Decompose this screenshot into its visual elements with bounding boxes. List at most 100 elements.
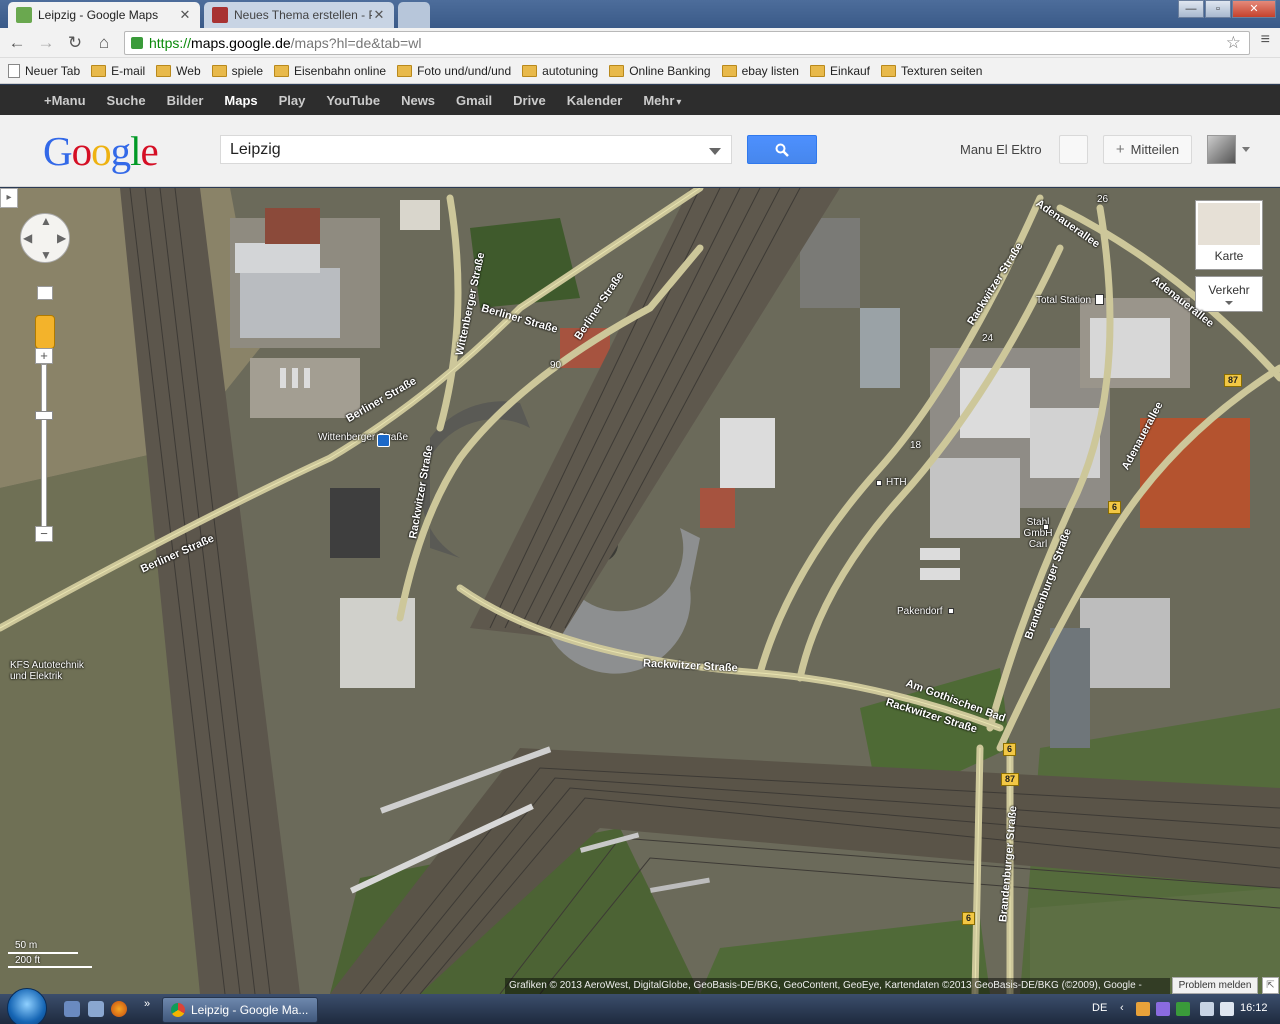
road-number: 24 [982, 333, 994, 344]
gbar-item[interactable]: Mehr ▾ [643, 93, 681, 108]
close-tab-icon[interactable]: ✕ [372, 7, 386, 23]
show-desktop-icon[interactable] [64, 1001, 80, 1017]
traffic-layer-button[interactable]: Verkehr [1195, 276, 1263, 312]
pan-down-icon[interactable]: ▼ [40, 248, 52, 262]
clock[interactable]: 16:12 [1240, 1002, 1268, 1014]
gbar-item[interactable]: Bilder [167, 93, 204, 108]
bookmark-item[interactable]: Online Banking [609, 64, 711, 78]
reload-icon[interactable]: ↻ [64, 32, 86, 54]
report-problem-link[interactable]: Problem melden [1172, 977, 1258, 994]
poi-label[interactable]: Stahl GmbH Carl [1016, 517, 1060, 550]
forward-arrow-icon[interactable]: → [35, 32, 57, 54]
bookmark-item[interactable]: Einkauf [809, 64, 870, 78]
rotate-reset-icon[interactable] [37, 286, 53, 300]
avatar[interactable] [1207, 135, 1236, 164]
poi-marker-icon[interactable] [1043, 524, 1049, 530]
folder-icon [397, 64, 413, 77]
account-caret-icon[interactable] [1242, 147, 1250, 152]
tab-google-maps[interactable]: Leipzig - Google Maps ✕ [8, 2, 200, 28]
poi-marker-icon[interactable] [948, 608, 954, 614]
firefox-icon[interactable] [111, 1001, 127, 1017]
google-logo[interactable]: Google [43, 127, 159, 175]
user-name[interactable]: Manu El Ektro [960, 142, 1042, 157]
poi-label[interactable]: KFS Autotechnik und Elektrik [10, 660, 90, 682]
gbar-item[interactable]: Kalender [567, 93, 623, 108]
share-button[interactable]: + Mitteilen [1103, 135, 1192, 164]
gbar-item[interactable]: Gmail [456, 93, 492, 108]
tray-app-icon[interactable] [1136, 1002, 1150, 1016]
map-type-button[interactable]: Karte [1195, 200, 1263, 270]
tab-neues-thema[interactable]: Neues Thema erstellen - P ✕ [204, 2, 394, 28]
lock-icon [131, 37, 143, 49]
gbar-item-label: +Manu [44, 92, 86, 108]
satellite-map[interactable]: ▸ ▲ ▼ ◀ ▶ + − Karte Verkehr Berliner Str… [0, 188, 1280, 994]
gbar-item[interactable]: Suche [107, 93, 146, 108]
resize-corner-icon[interactable]: ⇱ [1262, 977, 1279, 994]
poi-label[interactable]: HTH [886, 477, 907, 488]
search-dropdown-icon[interactable] [709, 148, 721, 155]
traffic-label: Verkehr [1208, 283, 1250, 297]
bookmark-item[interactable]: Web [156, 64, 201, 78]
pan-left-icon[interactable]: ◀ [23, 231, 32, 245]
gbar-item[interactable]: News [401, 93, 435, 108]
zoom-in-button[interactable]: + [35, 348, 53, 364]
close-tab-icon[interactable]: ✕ [178, 7, 192, 23]
poi-label[interactable]: Total Station [1036, 295, 1091, 306]
bookmark-item[interactable]: Eisenbahn online [274, 64, 386, 78]
maps-favicon-icon [16, 7, 32, 23]
pan-right-icon[interactable]: ▶ [57, 231, 66, 245]
home-icon[interactable]: ⌂ [93, 32, 115, 54]
language-indicator[interactable]: DE [1092, 1002, 1107, 1014]
poi-label[interactable]: Wittenberger Straße [318, 432, 408, 443]
bookmark-item[interactable]: autotuning [522, 64, 598, 78]
gbar-item[interactable]: Maps [224, 93, 257, 108]
gbar-item[interactable]: Play [279, 93, 306, 108]
bookmark-item[interactable]: Texturen seiten [881, 64, 982, 78]
tray-security-icon[interactable] [1176, 1002, 1190, 1016]
gbar-item[interactable]: Drive [513, 93, 546, 108]
bookmark-item[interactable]: Neuer Tab [8, 63, 80, 78]
back-arrow-icon[interactable]: ← [6, 32, 28, 54]
poi-marker-icon[interactable] [876, 480, 882, 486]
panel-toggle-button[interactable]: ▸ [0, 188, 18, 208]
bookmark-star-icon[interactable]: ☆ [1226, 33, 1241, 53]
wrench-menu-icon[interactable]: ≡ [1261, 31, 1270, 49]
start-button[interactable] [7, 988, 47, 1024]
pan-control[interactable]: ▲ ▼ ◀ ▶ [20, 213, 70, 263]
google-bar: +Manu Suche Bilder Maps Play YouTube News Gmail… [0, 85, 1280, 115]
gbar-item-label: YouTube [326, 92, 381, 108]
new-tab-button[interactable] [398, 2, 430, 28]
bus-stop-icon[interactable] [377, 434, 390, 447]
close-window-button[interactable]: ✕ [1232, 0, 1276, 18]
address-bar[interactable]: https://maps.google.de/maps?hl=de&tab=wl… [124, 31, 1250, 55]
zoom-out-button[interactable]: − [35, 526, 53, 542]
maximize-button[interactable]: ▫ [1205, 0, 1231, 18]
route-shield: 87 [1001, 773, 1020, 786]
bookmark-item[interactable]: Foto und/und/und [397, 64, 511, 78]
tray-app-icon[interactable] [1156, 1002, 1170, 1016]
bookmark-label: E-mail [111, 63, 146, 78]
gbar-item[interactable]: +Manu [44, 93, 86, 108]
bookmark-item[interactable]: ebay listen [721, 64, 799, 78]
search-input[interactable]: Leipzig [220, 135, 732, 164]
pegman-icon[interactable] [35, 315, 55, 349]
pan-up-icon[interactable]: ▲ [40, 214, 52, 228]
search-button[interactable] [747, 135, 817, 164]
url-host: maps.google.de [191, 35, 291, 51]
gbar-item[interactable]: YouTube [326, 93, 380, 108]
tray-expand-icon[interactable]: ‹ [1120, 1002, 1124, 1014]
zoom-slider-knob[interactable] [35, 411, 53, 420]
poi-label[interactable]: Pakendorf [897, 606, 943, 617]
bookmark-label: Texturen seiten [901, 63, 983, 78]
network-icon[interactable] [1200, 1002, 1214, 1016]
bookmark-item[interactable]: E-mail [91, 64, 145, 78]
switch-windows-icon[interactable] [88, 1001, 104, 1017]
quicklaunch-more-icon[interactable]: » [144, 998, 150, 1010]
minimize-button[interactable]: — [1178, 0, 1204, 18]
notifications-button[interactable] [1059, 135, 1088, 164]
zoom-slider-track[interactable] [35, 364, 53, 528]
fuel-station-icon[interactable] [1095, 294, 1104, 305]
bookmark-item[interactable]: spiele [211, 64, 263, 78]
volume-icon[interactable] [1220, 1002, 1234, 1016]
taskbar-chrome-window[interactable]: Leipzig - Google Ma... [162, 997, 318, 1023]
